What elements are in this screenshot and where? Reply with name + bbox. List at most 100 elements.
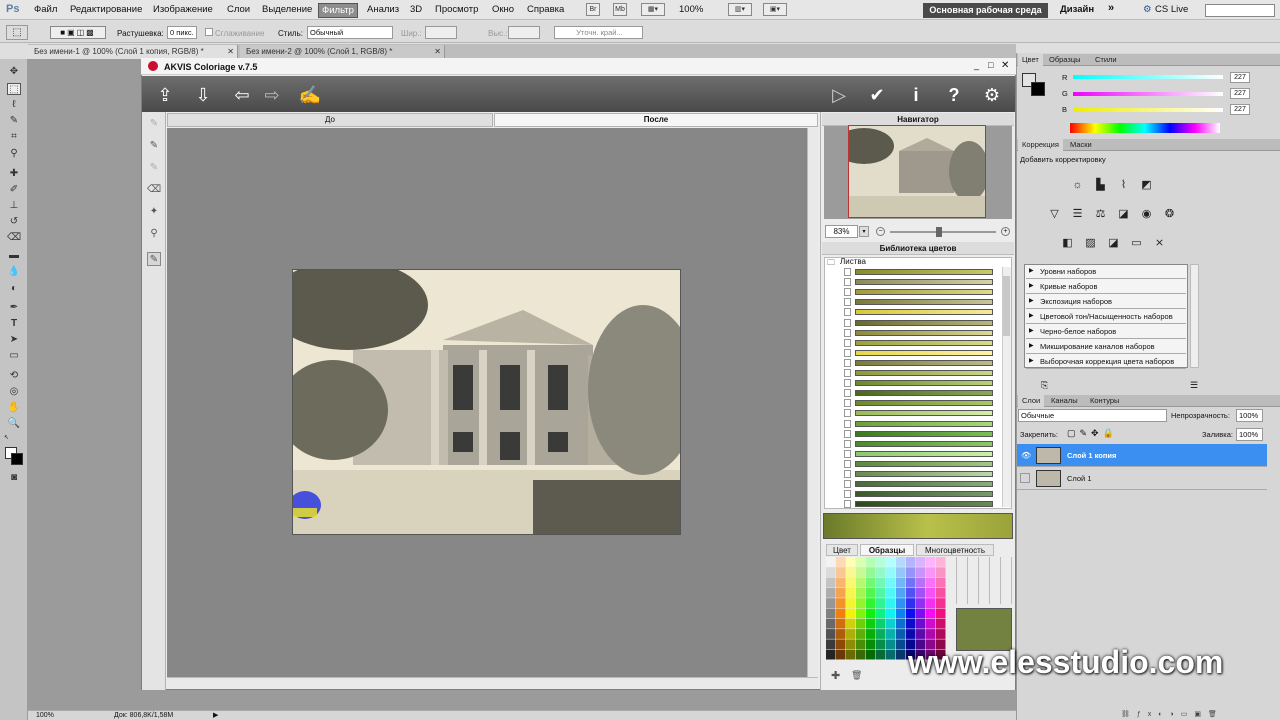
quick-mask-icon[interactable]: ◙ [7,472,21,484]
color-cell[interactable] [866,629,876,639]
magic-wand-icon[interactable]: ✦ [147,205,161,219]
menu-item[interactable]: Выделение [262,4,312,15]
color-cell[interactable] [916,587,926,598]
color-cell[interactable] [876,608,886,619]
color-cell[interactable] [846,629,856,639]
color-cell[interactable] [856,598,866,608]
color-cell[interactable] [896,557,906,567]
3d-orbit-icon[interactable]: ◎ [7,386,21,398]
background-color[interactable] [11,453,23,465]
swatch-row[interactable] [855,279,993,286]
path-select-icon[interactable]: ➤ [7,334,21,346]
tab-before[interactable]: До [167,113,493,127]
color-cell[interactable] [866,567,876,578]
color-cell[interactable] [836,598,846,608]
color-cell[interactable] [886,577,896,588]
bg-color-swatch[interactable] [1031,82,1045,96]
crop-tool-icon[interactable]: ⌗ [7,131,21,143]
shape-tool-icon[interactable]: ▭ [7,350,21,362]
swatch-row[interactable] [855,450,993,457]
status-zoom[interactable]: 100% [36,712,54,719]
screen-mode-icon[interactable]: ▣▾ [763,3,787,16]
style-select[interactable]: Обычный [307,26,393,39]
color-cell[interactable] [906,587,916,598]
color-cell[interactable] [826,557,836,567]
r-value[interactable]: 227 [1230,72,1250,83]
hand-icon[interactable]: ✎ [147,252,161,266]
close-window-icon[interactable]: ✕ [1001,60,1009,71]
color-cell[interactable] [906,577,916,588]
color-cell[interactable] [896,618,906,629]
color-cell[interactable] [906,557,916,567]
swatch-row[interactable] [855,380,993,387]
view-extras-icon[interactable]: ▦▾ [641,3,665,16]
color-cell[interactable] [936,587,946,598]
color-cell[interactable] [836,608,846,619]
color-cell[interactable] [836,639,846,650]
swatch-row[interactable] [855,400,993,407]
preset-item[interactable]: ▶ Выборочная коррекция цвета наборов [1026,354,1186,369]
color-cell[interactable] [936,608,946,619]
status-arrow-icon[interactable]: ▶ [213,711,218,719]
color-cell[interactable] [876,567,886,578]
color-cell[interactable] [926,629,936,639]
menu-item[interactable]: 3D [410,4,422,15]
g-value[interactable]: 227 [1230,88,1250,99]
color-cell[interactable] [856,567,866,578]
color-cell[interactable] [926,608,936,619]
color-cell[interactable] [926,557,936,567]
layer-row-copy[interactable]: 👁 Слой 1 копия [1017,444,1267,467]
tab-swatches[interactable]: Образцы [860,544,914,556]
design-workspace[interactable]: Дизайн [1060,4,1094,15]
color-balance-icon[interactable]: ⚖ [1093,208,1108,221]
stamp-tool-icon[interactable]: ⊥ [7,200,21,212]
tab-color-panel[interactable]: Цвет [1018,54,1043,66]
pencil-tool-icon[interactable]: ✎ [147,117,161,131]
color-cell[interactable] [886,608,896,619]
color-cell[interactable] [836,557,846,567]
feather-field[interactable]: 0 пикс. [167,26,197,39]
menu-item[interactable]: Просмотр [435,4,478,15]
color-cell[interactable] [856,639,866,650]
color-cell[interactable] [836,618,846,629]
add-swatch-icon[interactable]: ✚ [831,669,840,682]
swatch-row[interactable] [855,460,993,467]
color-cell[interactable] [866,587,876,598]
tab-after[interactable]: После [494,113,818,127]
preset-item[interactable]: ▶ Микширование каналов наборов [1026,339,1186,354]
blend-mode-select[interactable]: Обычные [1018,409,1167,422]
color-cell[interactable] [936,577,946,588]
color-cell[interactable] [936,567,946,578]
history-brush-icon[interactable]: ↺ [7,216,21,228]
color-cell[interactable] [926,577,936,588]
swatch-row[interactable] [855,390,993,397]
color-cell[interactable] [926,567,936,578]
visibility-toggle[interactable] [1020,473,1030,483]
color-spectrum[interactable] [1070,123,1220,133]
maximize-icon[interactable]: □ [988,60,993,70]
redo-arrow-icon[interactable]: ⇨ [259,84,285,106]
color-cell[interactable] [896,598,906,608]
dodge-tool-icon[interactable]: ◐ [7,283,21,295]
menu-item[interactable]: Справка [527,4,564,15]
vertical-scrollbar[interactable] [807,128,818,677]
blur-tool-icon[interactable]: 💧 [7,266,21,278]
folder-icon[interactable]: 🗀 [827,257,835,271]
width-field[interactable] [425,26,457,39]
swatch-row[interactable] [855,289,993,296]
swatch-row[interactable] [855,299,993,306]
menu-item[interactable]: Окно [492,4,514,15]
navigator-thumbnail[interactable] [834,125,989,218]
selected-gradient-bar[interactable] [823,513,1013,539]
close-icon[interactable]: ✕ [227,45,234,59]
color-cell[interactable] [826,618,836,629]
swatch-row[interactable] [855,359,993,366]
invert-icon[interactable]: ◧ [1060,237,1075,250]
tab-swatches-panel[interactable]: Образцы [1045,54,1085,66]
swatch-row[interactable] [855,471,993,477]
color-cell[interactable] [846,639,856,650]
tab-styles-panel[interactable]: Стили [1091,54,1121,66]
color-cell[interactable] [856,649,866,660]
color-cell[interactable] [836,629,846,639]
color-cell[interactable] [836,587,846,598]
